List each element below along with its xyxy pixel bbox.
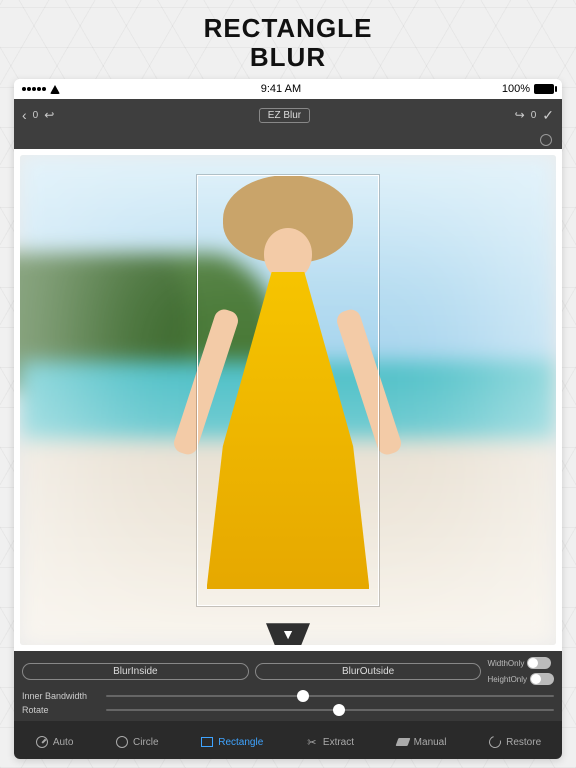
inner-bandwidth-label: Inner Bandwidth — [22, 691, 100, 701]
blur-inside-segment[interactable]: BlurInside — [22, 663, 249, 680]
status-time: 9:41 AM — [261, 83, 301, 95]
device-frame: 9:41 AM 100% ‹ 0 ↩ EZ Blur ↪ 0 ✓ ▼ — [14, 79, 562, 759]
circle-icon — [115, 735, 129, 749]
app-name-badge: EZ Blur — [259, 108, 310, 123]
status-right: 100% — [502, 83, 554, 95]
wifi-icon — [50, 85, 60, 94]
width-only-toggle[interactable] — [527, 657, 551, 669]
status-bar: 9:41 AM 100% — [14, 79, 562, 99]
tool-restore-label: Restore — [506, 737, 541, 748]
battery-percent: 100% — [502, 83, 530, 95]
back-icon[interactable]: ‹ — [22, 107, 27, 123]
rectangle-selection[interactable] — [197, 175, 379, 606]
inner-bandwidth-slider[interactable] — [106, 695, 554, 697]
promo-title: RECTANGLE BLUR — [0, 0, 576, 79]
rotate-slider[interactable] — [106, 709, 554, 711]
tool-extract-label: Extract — [323, 737, 354, 748]
signal-dots-icon — [22, 87, 46, 91]
controls-panel: BlurInside BlurOutside WidthOnly HeightO… — [14, 651, 562, 721]
status-left — [22, 85, 60, 94]
tool-circle[interactable]: Circle — [115, 735, 159, 749]
tool-extract[interactable]: ✂ Extract — [305, 735, 354, 749]
undo-icon[interactable]: ↩ — [44, 108, 54, 122]
tool-restore[interactable]: Restore — [488, 735, 541, 749]
sub-title-bar — [14, 131, 562, 149]
height-only-toggle[interactable] — [530, 673, 554, 685]
app-title-bar: ‹ 0 ↩ EZ Blur ↪ 0 ✓ — [14, 99, 562, 131]
undo-count: 0 — [33, 110, 39, 121]
height-only-label: HeightOnly — [487, 675, 527, 684]
battery-icon — [534, 84, 554, 94]
manual-icon — [396, 735, 410, 749]
promo-title-line2: BLUR — [0, 43, 576, 72]
compare-toggle-icon[interactable] — [540, 134, 552, 146]
tool-manual-label: Manual — [414, 737, 447, 748]
restore-icon — [488, 735, 502, 749]
tool-circle-label: Circle — [133, 737, 159, 748]
tool-auto-label: Auto — [53, 737, 74, 748]
tool-rectangle-label: Rectangle — [218, 737, 263, 748]
auto-icon — [35, 735, 49, 749]
tool-manual[interactable]: Manual — [396, 735, 447, 749]
image-canvas[interactable]: ▼ — [20, 155, 556, 645]
redo-count: 0 — [531, 110, 537, 121]
tool-bar: Auto Circle Rectangle ✂ Extract Manual Re… — [14, 721, 562, 759]
confirm-check-icon[interactable]: ✓ — [542, 107, 554, 124]
rotate-label: Rotate — [22, 705, 100, 715]
promo-title-line1: RECTANGLE — [0, 14, 576, 43]
rectangle-icon — [200, 735, 214, 749]
tool-rectangle[interactable]: Rectangle — [200, 735, 263, 749]
extract-icon: ✂ — [305, 735, 319, 749]
tool-auto[interactable]: Auto — [35, 735, 74, 749]
width-only-label: WidthOnly — [487, 659, 524, 668]
blur-outside-segment[interactable]: BlurOutside — [255, 663, 482, 680]
redo-icon[interactable]: ↪ — [515, 108, 525, 122]
